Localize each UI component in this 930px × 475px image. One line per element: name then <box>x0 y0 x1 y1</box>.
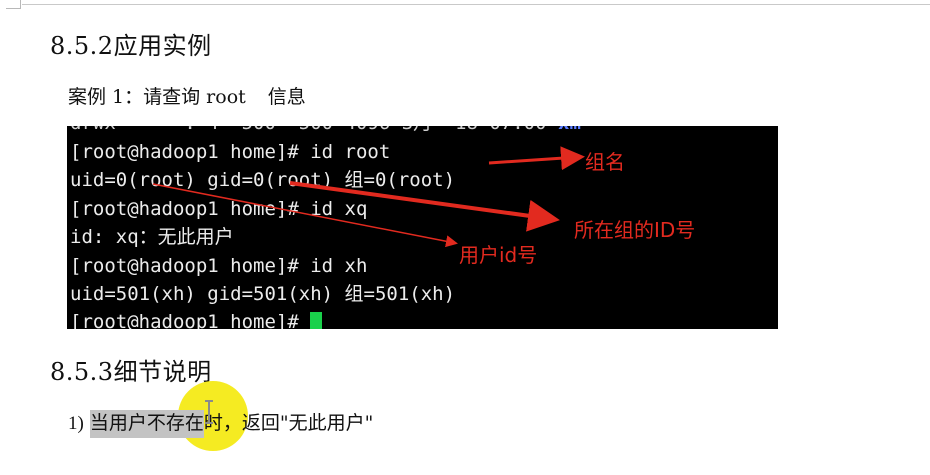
terminal-line: uid=501(xh) gid=501(xh) 组=501(xh) <box>70 283 456 305</box>
terminal-line: uid=0(root) gid=0(root) 组=0(root) <box>70 169 456 191</box>
section-heading-8-5-2: 8.5.2应用实例 <box>50 32 212 60</box>
annotation-group-name: 组名 <box>585 150 625 174</box>
section-heading-8-5-3: 8.5.3细节说明 <box>50 358 212 386</box>
terminal-line: [root@hadoop1 home]# id root <box>70 141 391 163</box>
detail-item-1: 1) 当用户不存在时，返回"无此用户" <box>68 408 374 438</box>
annotation-user-id: 用户id号 <box>459 243 538 267</box>
page-corner-mark <box>6 0 21 9</box>
terminal-line: [root@hadoop1 home]# id xq <box>70 198 368 220</box>
terminal-cursor <box>310 312 323 329</box>
text-cursor-icon <box>205 400 213 424</box>
case-prefix: 案例 1：请查询 root <box>68 86 246 108</box>
terminal-line: id: xq：无此用户 <box>70 226 234 248</box>
page-top-rule <box>22 4 930 5</box>
terminal-prompt-line: [root@hadoop1 home]# <box>70 310 323 329</box>
terminal-cut-line: drwx------. 4 500 500 4096 3月 18 07:00 x… <box>70 126 581 135</box>
case-suffix: 信息 <box>267 86 306 108</box>
annotation-group-id: 所在组的ID号 <box>574 218 696 242</box>
detail-selected-text: 当用户不存在 <box>89 410 204 438</box>
terminal-line: [root@hadoop1 home]# id xh <box>70 255 368 277</box>
detail-item-number: 1) <box>68 413 84 434</box>
case-description: 案例 1：请查询 root 信息 <box>68 82 306 109</box>
document-page: 8.5.2应用实例 案例 1：请查询 root 信息 drwx------. 4 … <box>0 0 930 475</box>
detail-rest-text: 时，返回"无此用户" <box>203 412 374 434</box>
